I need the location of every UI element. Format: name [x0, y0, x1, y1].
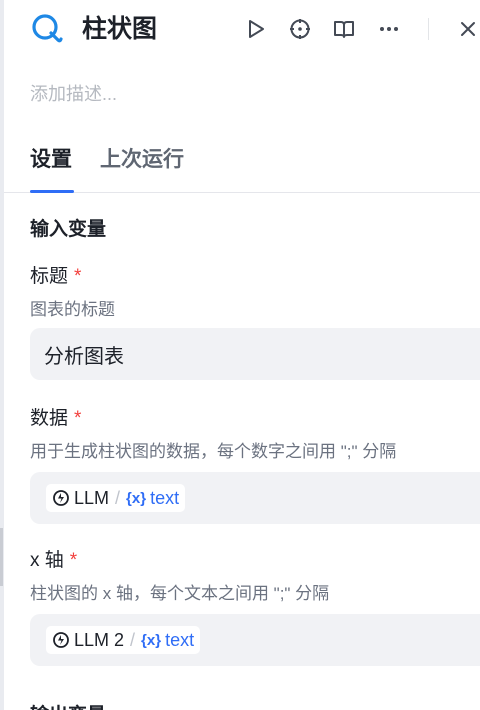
title-input-value: 分析图表	[44, 346, 124, 368]
chip-separator: /	[115, 487, 121, 508]
field-label-text: x 轴	[30, 550, 64, 571]
tab-bar: 设置 上次运行	[4, 140, 480, 193]
field-label-title: 标题 *	[30, 264, 81, 290]
node-settings-panel: 柱状图 添加描述... 设置 上次运行 输入变量 标题 * 图表的标题 分析图表…	[4, 0, 480, 710]
data-variable-input[interactable]: LLM / {x} text	[30, 472, 480, 524]
variable-name: text	[150, 487, 180, 508]
close-icon	[461, 22, 475, 36]
node-name: LLM 2	[74, 629, 125, 650]
header-divider	[428, 18, 429, 40]
title-input[interactable]: 分析图表	[30, 328, 480, 380]
more-button[interactable]	[376, 16, 402, 42]
close-button[interactable]	[455, 16, 480, 42]
llm-node-icon	[53, 490, 69, 506]
tab-settings[interactable]: 设置	[30, 146, 72, 174]
locate-button[interactable]	[287, 16, 313, 42]
required-mark: *	[74, 408, 82, 429]
variable-name: text	[165, 629, 195, 650]
variable-icon: {x}	[141, 631, 162, 649]
page-title: 柱状图	[82, 15, 158, 43]
field-label-data: 数据 *	[30, 406, 81, 432]
more-icon	[380, 27, 398, 31]
field-label-text: 标题	[30, 266, 69, 287]
docs-button[interactable]	[331, 16, 357, 42]
active-tab-indicator	[30, 190, 74, 193]
field-label-text: 数据	[30, 408, 69, 429]
input-variables-title: 输入变量	[30, 219, 107, 240]
play-icon	[249, 20, 264, 38]
tab-last-run[interactable]: 上次运行	[100, 146, 184, 174]
variable-icon: {x}	[126, 489, 147, 507]
panel-header: 柱状图	[4, 0, 480, 60]
target-icon	[290, 19, 310, 39]
field-hint-data: 用于生成柱状图的数据，每个数字之间用 ";" 分隔	[30, 442, 397, 461]
book-icon	[334, 21, 354, 38]
field-hint-title: 图表的标题	[30, 300, 115, 319]
x-axis-variable-input[interactable]: LLM 2 / {x} text	[30, 614, 480, 666]
variable-reference-chip[interactable]: LLM 2 / {x} text	[46, 626, 201, 654]
required-mark: *	[74, 266, 82, 287]
field-label-x-axis: x 轴 *	[30, 548, 77, 574]
chart-app-icon	[32, 14, 63, 43]
required-mark: *	[69, 550, 78, 571]
output-variables-title: 输出变量	[30, 700, 106, 710]
variable-reference-chip[interactable]: LLM / {x} text	[46, 484, 186, 512]
description-input[interactable]: 添加描述...	[30, 80, 117, 106]
field-hint-x-axis: 柱状图的 x 轴，每个文本之间用 ";" 分隔	[30, 584, 330, 603]
run-button[interactable]	[243, 16, 269, 42]
resize-handle[interactable]	[0, 528, 3, 586]
llm-node-icon	[53, 632, 69, 648]
node-name: LLM	[74, 487, 110, 508]
chip-separator: /	[130, 629, 136, 650]
